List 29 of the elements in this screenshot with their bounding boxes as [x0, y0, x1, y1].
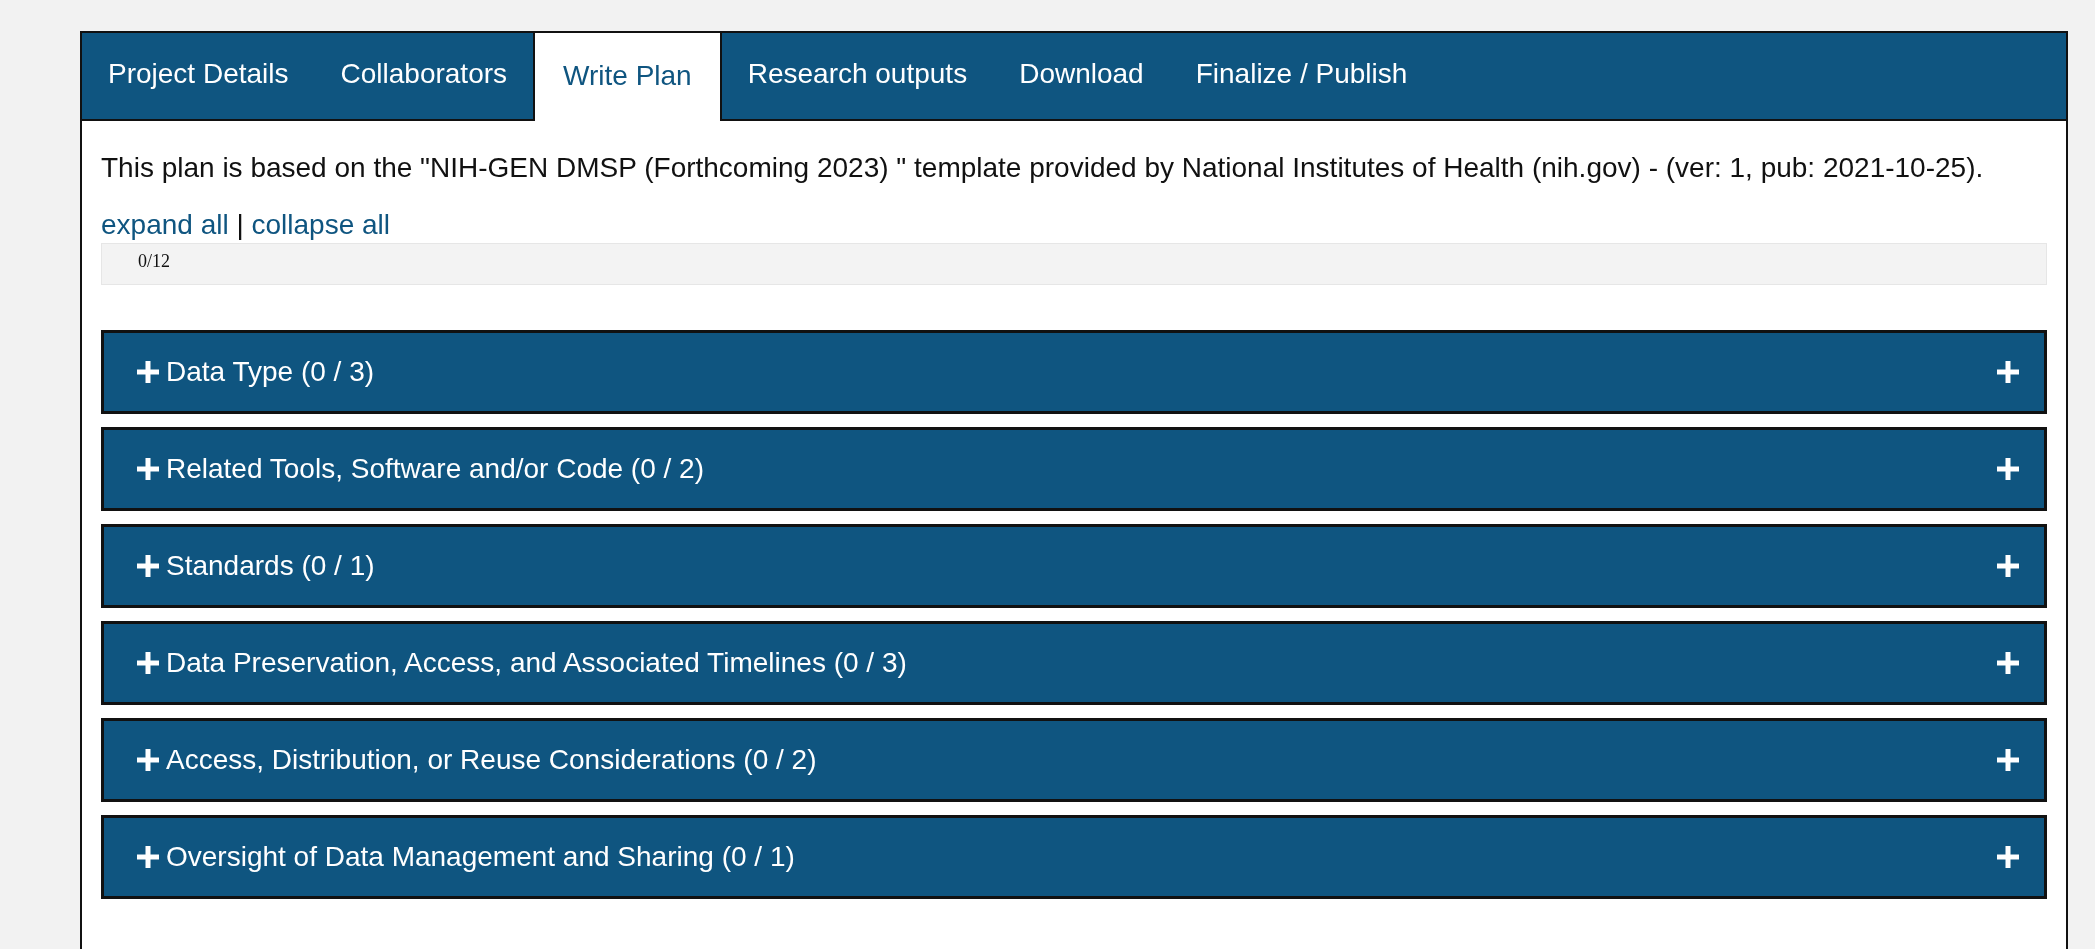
plus-icon — [1996, 651, 2020, 675]
tab[interactable]: Collaborators — [314, 33, 534, 119]
plus-icon — [136, 651, 160, 675]
plus-icon — [136, 845, 160, 869]
expand-all-link[interactable]: expand all — [101, 209, 229, 240]
template-note: This plan is based on the "NIH-GEN DMSP (Forthcoming 2023) " template provided by National Institutes of Health (nih.gov) - (ver: 1, pub: 2021-10-25). — [101, 151, 1985, 185]
section-header[interactable]: Standards (0 / 1) — [101, 524, 2047, 608]
plus-icon — [1996, 845, 2020, 869]
section-header[interactable]: Oversight of Data Management and Sharing (0 / 1) — [101, 815, 2047, 899]
plus-icon — [136, 554, 160, 578]
tab[interactable]: Write Plan — [533, 33, 722, 121]
plus-icon — [136, 748, 160, 772]
tab[interactable]: Research outputs — [721, 33, 994, 119]
section-header[interactable]: Data Preservation, Access, and Associated Timelines (0 / 3) — [101, 621, 2047, 705]
plus-icon — [1996, 748, 2020, 772]
tab[interactable]: Finalize / Publish — [1169, 33, 1434, 119]
collapse-all-link[interactable]: collapse all — [251, 209, 391, 240]
separator: | — [236, 209, 244, 240]
plus-icon — [136, 457, 160, 481]
plus-icon — [1996, 360, 2020, 384]
plus-icon — [1996, 554, 2020, 578]
section-header[interactable]: Data Type (0 / 3) — [101, 330, 2047, 414]
tab[interactable]: Download — [993, 33, 1170, 119]
tab[interactable]: Project Details — [82, 33, 315, 119]
section-header[interactable]: Access, Distribution, or Reuse Considerations (0 / 2) — [101, 718, 2047, 802]
plus-icon — [136, 360, 160, 384]
progress-count: 0/12 — [138, 251, 170, 272]
plus-icon — [1996, 457, 2020, 481]
section-header[interactable]: Related Tools, Software and/or Code (0 / 2) — [101, 427, 2047, 511]
